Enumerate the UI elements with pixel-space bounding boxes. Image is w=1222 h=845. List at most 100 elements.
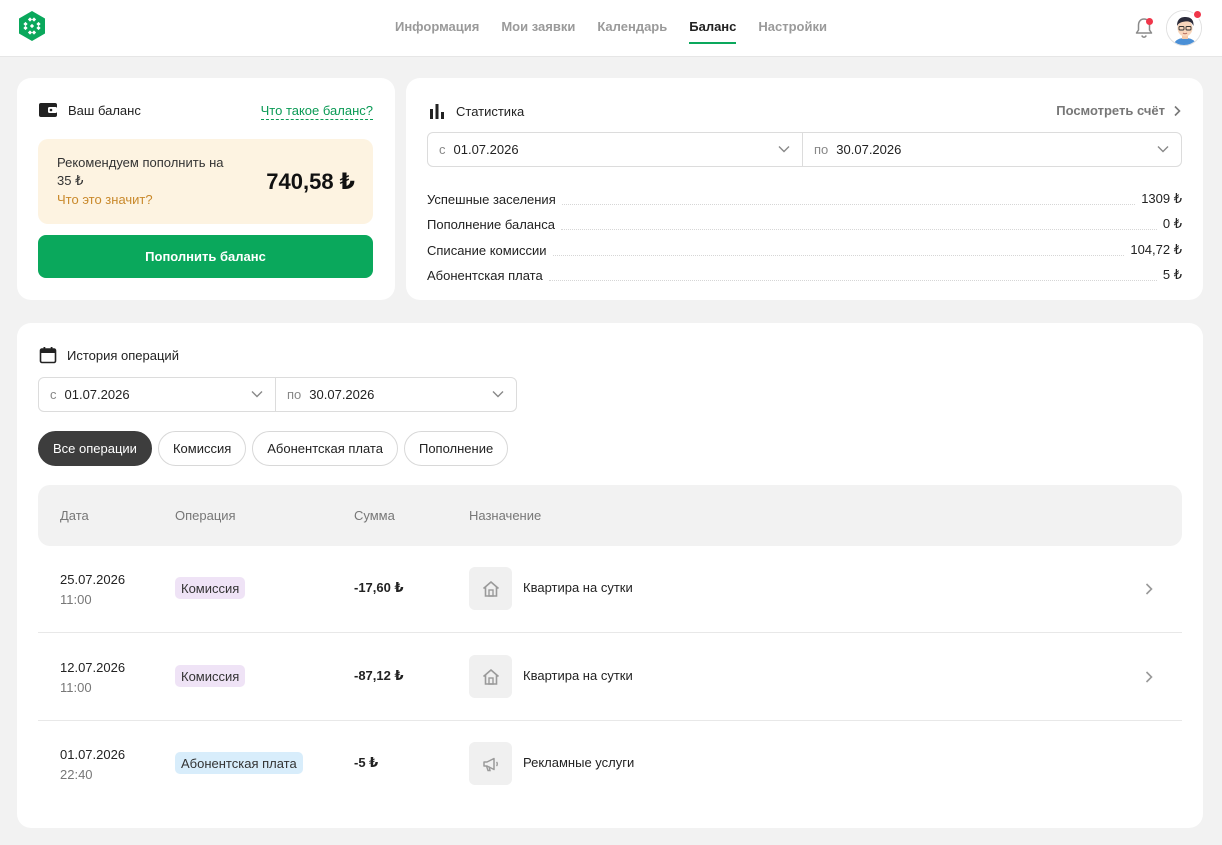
- row-date: 25.07.2026 11:00: [60, 570, 125, 610]
- stat-value: 1309 ₺: [1141, 190, 1182, 206]
- row-sum: -87,12 ₺: [354, 668, 404, 683]
- date-from-prefix: с: [439, 142, 446, 157]
- bar-chart-icon: [430, 104, 444, 119]
- stats-title-label: Статистика: [456, 103, 525, 119]
- history-date-to[interactable]: по 30.07.2026: [275, 378, 516, 411]
- stat-row: Абонентская плата 5 ₺: [427, 261, 1182, 287]
- stat-leader: [548, 280, 1157, 281]
- balance-amount: 740,58 ₺: [266, 169, 355, 194]
- stat-label: Пополнение баланса: [427, 217, 555, 232]
- history-card: История операций с 01.07.2026 по 30.07.2…: [17, 323, 1203, 828]
- stat-value: 5 ₺: [1162, 267, 1182, 282]
- chevron-down-icon: [251, 391, 263, 398]
- notification-dot: [1146, 18, 1153, 25]
- operation-badge: Комиссия: [175, 577, 246, 599]
- date-from-value: 01.07.2026: [453, 142, 519, 157]
- filter-all-operations[interactable]: Все операции: [38, 431, 152, 466]
- stat-label: Успешные заселения: [427, 191, 556, 207]
- history-title-label: История операций: [67, 347, 179, 363]
- table-row[interactable]: 25.07.2026 11:00 Комиссия -17,60 ₺ Кварт…: [38, 545, 1182, 633]
- row-sum: -5 ₺: [354, 755, 379, 770]
- chevron-right-icon: [1174, 105, 1181, 116]
- stats-date-from[interactable]: с 01.07.2026: [428, 133, 802, 166]
- chevron-right-icon[interactable]: [1144, 582, 1154, 596]
- nav-item-info[interactable]: Информация: [395, 0, 479, 57]
- chevron-down-icon: [492, 391, 504, 398]
- see-bill-label: Посмотреть счёт: [1056, 103, 1165, 118]
- wallet-icon: [39, 103, 57, 117]
- row-time-value: 22:40: [60, 767, 93, 782]
- row-date-value: 12.07.2026: [60, 660, 126, 675]
- purpose-icon-box: [469, 742, 512, 785]
- column-operation: Операция: [175, 508, 236, 523]
- operation-badge: Абонентская плата: [175, 752, 303, 774]
- date-to-value: 30.07.2026: [836, 142, 902, 157]
- row-purpose: Рекламные услуги: [523, 755, 635, 770]
- stats-date-to[interactable]: по 30.07.2026: [802, 133, 1181, 166]
- chevron-down-icon: [778, 146, 790, 153]
- recommend-box: Рекомендуем пополнить на 35 ₺ Что это зн…: [38, 139, 373, 224]
- balance-card: Ваш баланс Что такое баланс? Рекомендуем…: [17, 78, 395, 300]
- chevron-down-icon: [1157, 146, 1169, 153]
- house-icon: [482, 668, 499, 685]
- filter-topup[interactable]: Пополнение: [403, 431, 509, 466]
- recommend-text: Рекомендуем пополнить на 35 ₺: [57, 155, 224, 188]
- chevron-right-icon[interactable]: [1144, 670, 1154, 684]
- calendar-icon: [39, 347, 57, 364]
- row-sum: -17,60 ₺: [354, 580, 404, 595]
- filter-commission[interactable]: Комиссия: [157, 431, 247, 466]
- history-date-from[interactable]: с 01.07.2026: [39, 378, 275, 411]
- operation-badge: Комиссия: [175, 665, 246, 687]
- stat-value: 0 ₺: [1162, 216, 1182, 231]
- row-purpose: Квартира на сутки: [523, 668, 633, 683]
- stat-row: Пополнение баланса 0 ₺: [427, 210, 1182, 236]
- row-date: 12.07.2026 11:00: [60, 658, 125, 698]
- date-from-value: 01.07.2026: [64, 387, 130, 402]
- purpose-icon-box: [469, 655, 512, 698]
- row-date: 01.07.2026 22:40: [60, 745, 125, 785]
- stats-title: Статистика: [428, 102, 524, 120]
- date-to-prefix: по: [814, 142, 829, 157]
- stat-row: Успешные заселения 1309 ₺: [427, 184, 1182, 210]
- table-row[interactable]: 01.07.2026 22:40 Абонентская плата -5 ₺ …: [38, 720, 1182, 808]
- purpose-icon-box: [469, 567, 512, 610]
- topup-balance-button[interactable]: Пополнить баланс: [38, 235, 373, 278]
- date-to-prefix: по: [287, 387, 302, 402]
- column-date: Дата: [60, 508, 89, 523]
- house-icon: [482, 580, 499, 597]
- nav-item-balance[interactable]: Баланс: [689, 0, 737, 57]
- row-time-value: 11:00: [60, 680, 92, 695]
- operation-filters: Все операции Комиссия Абонентская плата …: [38, 431, 509, 466]
- nav-item-requests[interactable]: Мои заявки: [501, 0, 575, 57]
- row-date-value: 25.07.2026: [60, 572, 126, 587]
- filter-subscription-fee[interactable]: Абонентская плата: [252, 431, 398, 466]
- history-date-range: с 01.07.2026 по 30.07.2026: [38, 377, 517, 412]
- date-from-prefix: с: [50, 387, 57, 402]
- nav-item-settings[interactable]: Настройки: [758, 0, 827, 57]
- row-date-value: 01.07.2026: [60, 747, 126, 762]
- stats-date-range: с 01.07.2026 по 30.07.2026: [427, 132, 1182, 167]
- stat-leader: [560, 229, 1157, 230]
- table-row[interactable]: 12.07.2026 11:00 Комиссия -87,12 ₺ Кварт…: [38, 633, 1182, 721]
- row-time-value: 11:00: [60, 592, 92, 607]
- what-is-balance-link[interactable]: Что такое баланс?: [260, 103, 373, 120]
- what-does-it-mean-link[interactable]: Что это значит?: [57, 192, 153, 207]
- balance-title-label: Ваш баланс: [68, 102, 141, 118]
- history-title: История операций: [39, 346, 179, 364]
- date-to-value: 30.07.2026: [309, 387, 375, 402]
- stat-label: Абонентская плата: [427, 268, 543, 283]
- balance-title: Ваш баланс: [38, 102, 141, 118]
- table-header: Дата Операция Сумма Назначение: [38, 485, 1182, 546]
- top-bar: Информация Мои заявки Календарь Баланс Н…: [0, 0, 1222, 57]
- stat-row: Списание комиссии 104,72 ₺: [427, 235, 1182, 261]
- avatar-notification-dot: [1193, 10, 1202, 19]
- stat-leader: [552, 254, 1125, 256]
- row-purpose: Квартира на сутки: [523, 580, 633, 595]
- column-purpose: Назначение: [469, 508, 542, 523]
- stats-list: Успешные заселения 1309 ₺ Пополнение бал…: [427, 184, 1182, 286]
- nav-item-calendar[interactable]: Календарь: [597, 0, 667, 57]
- main-nav: Информация Мои заявки Календарь Баланс Н…: [0, 0, 1222, 57]
- see-bill-link[interactable]: Посмотреть счёт: [1056, 103, 1181, 118]
- stat-value: 104,72 ₺: [1130, 241, 1182, 257]
- stats-card: Статистика Посмотреть счёт с 01.07.2026 …: [406, 78, 1203, 300]
